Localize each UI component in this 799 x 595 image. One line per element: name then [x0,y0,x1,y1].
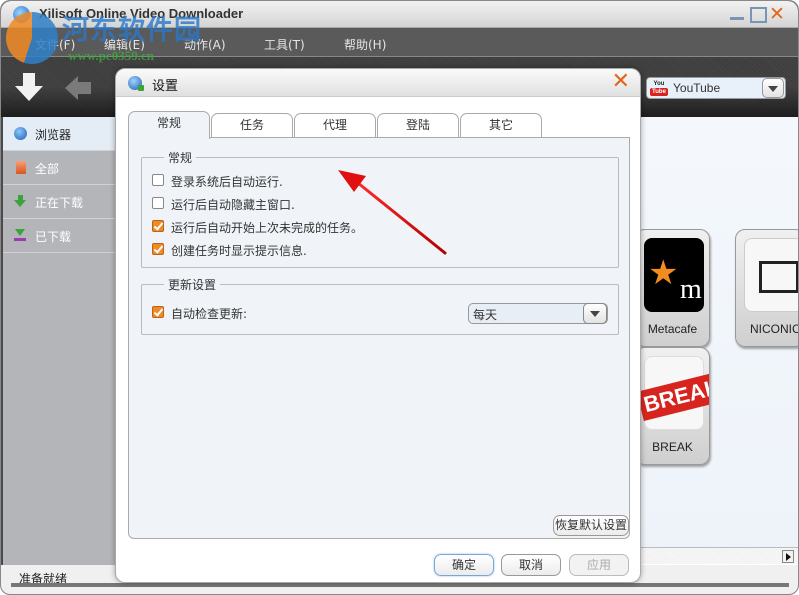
checkbox-label: 创建任务时显示提示信息. [171,244,307,258]
dialog-title: 设置 [152,79,179,94]
settings-globe-icon [128,76,144,91]
checkbox-label: 运行后自动开始上次未完成的任务。 [171,221,364,235]
scroll-right-icon[interactable] [782,550,794,563]
cancel-button[interactable]: 取消 [501,554,561,576]
minimize-button[interactable] [728,5,746,23]
download-button[interactable] [13,71,47,105]
site-tile-label: Metacafe [647,322,698,336]
update-group: 更新设置 自动检查更新: 每天 [141,276,619,335]
horizontal-scrollbar[interactable] [632,547,798,564]
dialog-close-button[interactable]: ✕ [612,70,630,94]
restore-defaults-button[interactable]: 恢复默认设置 [553,515,629,536]
document-icon [16,161,26,174]
back-button[interactable] [63,71,97,105]
update-frequency-select[interactable]: 每天 [468,303,608,324]
niconico-logo [744,238,798,312]
site-selector-value: YouTube [673,81,721,95]
metacafe-m-glyph: m [680,274,702,305]
apply-button[interactable]: 应用 [569,554,629,576]
tab-other[interactable]: 其它 [460,113,542,137]
youtube-icon-top: You [653,81,665,87]
maximize-button[interactable] [748,5,767,23]
sidebar-item-label: 已下载 [35,230,72,244]
menu-help[interactable]: 帮助(H) [344,36,386,53]
tab-tasks[interactable]: 任务 [211,113,293,137]
downloaded-icon [14,229,27,242]
menu-tools[interactable]: 工具(T) [264,36,305,53]
sidebar-item-all[interactable]: 全部 [3,151,116,185]
sidebar-item-downloaded[interactable]: 已下载 [3,219,116,253]
ok-button[interactable]: 确定 [434,554,494,576]
metacafe-logo: ★ m [644,238,704,312]
sidebar-item-label: 浏览器 [35,128,72,142]
checkbox[interactable] [152,174,164,186]
site-selector[interactable]: You Tube YouTube [646,77,786,99]
checkbox[interactable] [152,197,164,209]
status-divider [11,583,789,587]
general-tab-panel: 常规 登录系统后自动运行. 运行后自动隐藏主窗口. 运行后自动开始上次未完成的任… [128,137,630,539]
tab-proxy[interactable]: 代理 [294,113,376,137]
settings-dialog: 设置 ✕ 常规 任务 代理 登陆 其它 常规 登录系统后自动运行. 运行后自动隐… [115,68,641,583]
watermark-text: 河东软件园 [62,15,202,46]
dialog-title-bar: 设置 ✕ [116,69,640,97]
checkbox-checked[interactable] [152,220,164,232]
checkbox-checked[interactable] [152,306,164,318]
watermark-url: www.pc0359.cn [68,48,154,63]
update-group-legend: 更新设置 [164,276,221,293]
update-frequency-dropdown-button[interactable] [583,303,607,324]
sidebar-item-label: 全部 [35,162,60,176]
checkbox-label: 运行后自动隐藏主窗口. [171,198,295,212]
checkbox-label: 自动检查更新: [171,307,248,321]
general-group-legend: 常规 [164,149,197,166]
tab-general[interactable]: 常规 [128,111,210,139]
site-panel: ★ m Metacafe NICONICO BREAK BREAK [632,117,798,547]
sidebar: 浏览器 全部 正在下载 已下载 [3,117,116,565]
youtube-icon: You Tube [650,80,668,97]
tab-login[interactable]: 登陆 [377,113,459,137]
close-button[interactable]: ✕ [768,5,786,24]
chevron-down-icon [590,311,600,317]
site-tile-label: BREAK [652,440,693,454]
site-tile-break[interactable]: BREAK BREAK [635,347,710,465]
download-icon [14,195,27,208]
youtube-icon-bottom: Tube [650,88,668,96]
checkbox-label: 登录系统后自动运行. [171,175,283,189]
update-frequency-value: 每天 [473,308,498,322]
watermark-logo-icon [6,12,58,64]
checkbox-checked[interactable] [152,243,164,255]
star-icon: ★ [648,253,679,293]
break-logo: BREAK [636,356,709,430]
sidebar-item-downloading[interactable]: 正在下载 [3,185,116,219]
tv-icon [759,261,798,293]
globe-icon [14,127,27,140]
general-group: 常规 登录系统后自动运行. 运行后自动隐藏主窗口. 运行后自动开始上次未完成的任… [141,149,619,268]
break-logo-text: BREAK [636,371,709,421]
site-tile-label: NICONICO [750,322,798,336]
site-tile-metacafe[interactable]: ★ m Metacafe [635,229,710,347]
sidebar-item-browser[interactable]: 浏览器 [3,117,116,151]
chevron-down-icon [768,86,778,92]
sidebar-item-label: 正在下载 [35,196,84,210]
site-selector-dropdown-button[interactable] [762,78,784,98]
site-tile-niconico[interactable]: NICONICO [735,229,798,347]
